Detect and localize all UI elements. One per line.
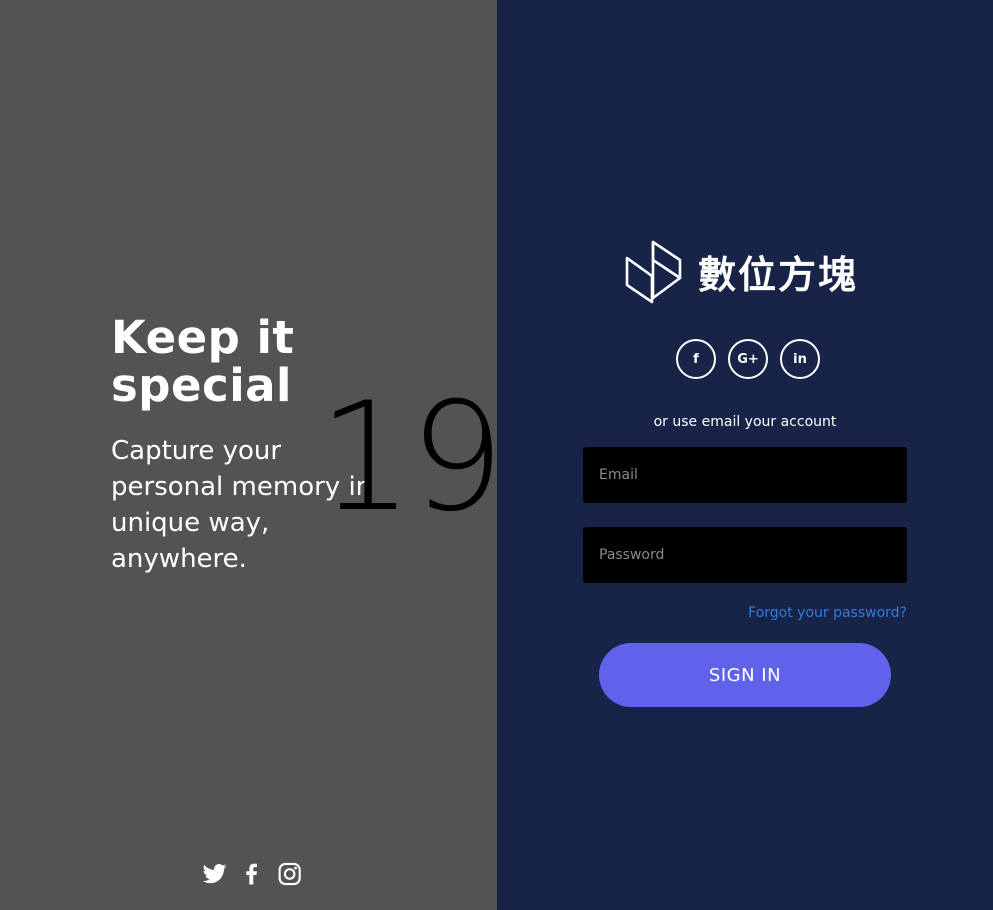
google-plus-icon: G+ <box>737 351 759 367</box>
social-login-buttons: f G+ in <box>676 339 826 381</box>
right-panel: 數位方塊 f G+ in or use email your account F… <box>497 0 993 910</box>
password-field[interactable] <box>583 527 907 583</box>
linkedin-login-button[interactable]: in <box>780 339 820 379</box>
brand-name: 數位方塊 <box>698 252 859 297</box>
sign-in-button[interactable]: SIGN IN <box>599 643 891 707</box>
footer-social-links <box>202 859 302 889</box>
email-login-hint: or use email your account <box>653 414 837 430</box>
facebook-login-button[interactable]: f <box>676 339 716 379</box>
facebook-icon: f <box>693 351 699 367</box>
twitter-icon[interactable] <box>202 861 227 887</box>
facebook-icon[interactable] <box>239 861 264 887</box>
left-panel: Keep it special Capture your personal me… <box>0 0 497 910</box>
forgot-password-link[interactable]: Forgot your password? <box>697 605 907 621</box>
cube-logo-icon <box>625 240 682 304</box>
brand-logo: 數位方塊 <box>624 237 864 305</box>
linkedin-icon: in <box>793 351 807 367</box>
instagram-icon[interactable] <box>277 861 302 887</box>
google-plus-login-button[interactable]: G+ <box>728 339 768 379</box>
big-number: 19 <box>318 371 497 545</box>
email-field[interactable] <box>583 447 907 503</box>
